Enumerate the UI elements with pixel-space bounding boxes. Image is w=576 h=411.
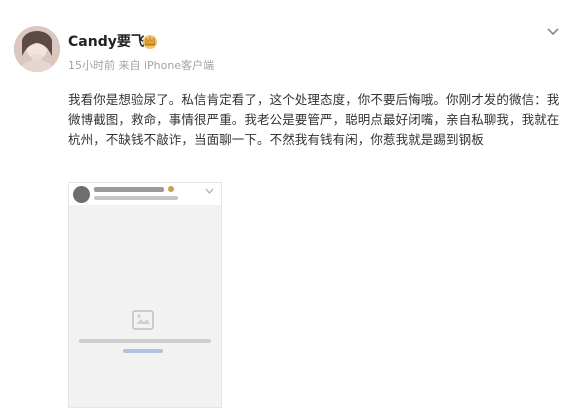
weibo-post-card: Candy要飞 15小时前 来自 iPhone客户端 我看你是想验尿了。私信肯定… xyxy=(0,0,576,411)
avatar[interactable] xyxy=(14,26,60,72)
screenshot-link-line xyxy=(123,349,163,353)
screenshot-chevron-icon xyxy=(205,188,214,194)
attached-screenshot[interactable] xyxy=(68,182,222,408)
screenshot-caption-line xyxy=(79,339,211,343)
screenshot-avatar xyxy=(73,186,90,203)
post-meta: 15小时前 来自 iPhone客户端 xyxy=(68,59,215,72)
chevron-down-icon[interactable] xyxy=(545,26,561,38)
image-placeholder-icon xyxy=(132,310,154,330)
screenshot-name-line xyxy=(94,187,164,192)
screenshot-badge-icon xyxy=(168,186,174,192)
screenshot-header xyxy=(69,183,221,205)
crown-badge-icon xyxy=(143,35,157,49)
screenshot-meta-line xyxy=(94,196,178,200)
username[interactable]: Candy要飞 xyxy=(68,34,145,50)
post-body: 我看你是想验尿了。私信肯定看了，这个处理态度，你不要后悔哦。你刚才发的微信：我微… xyxy=(68,92,560,147)
